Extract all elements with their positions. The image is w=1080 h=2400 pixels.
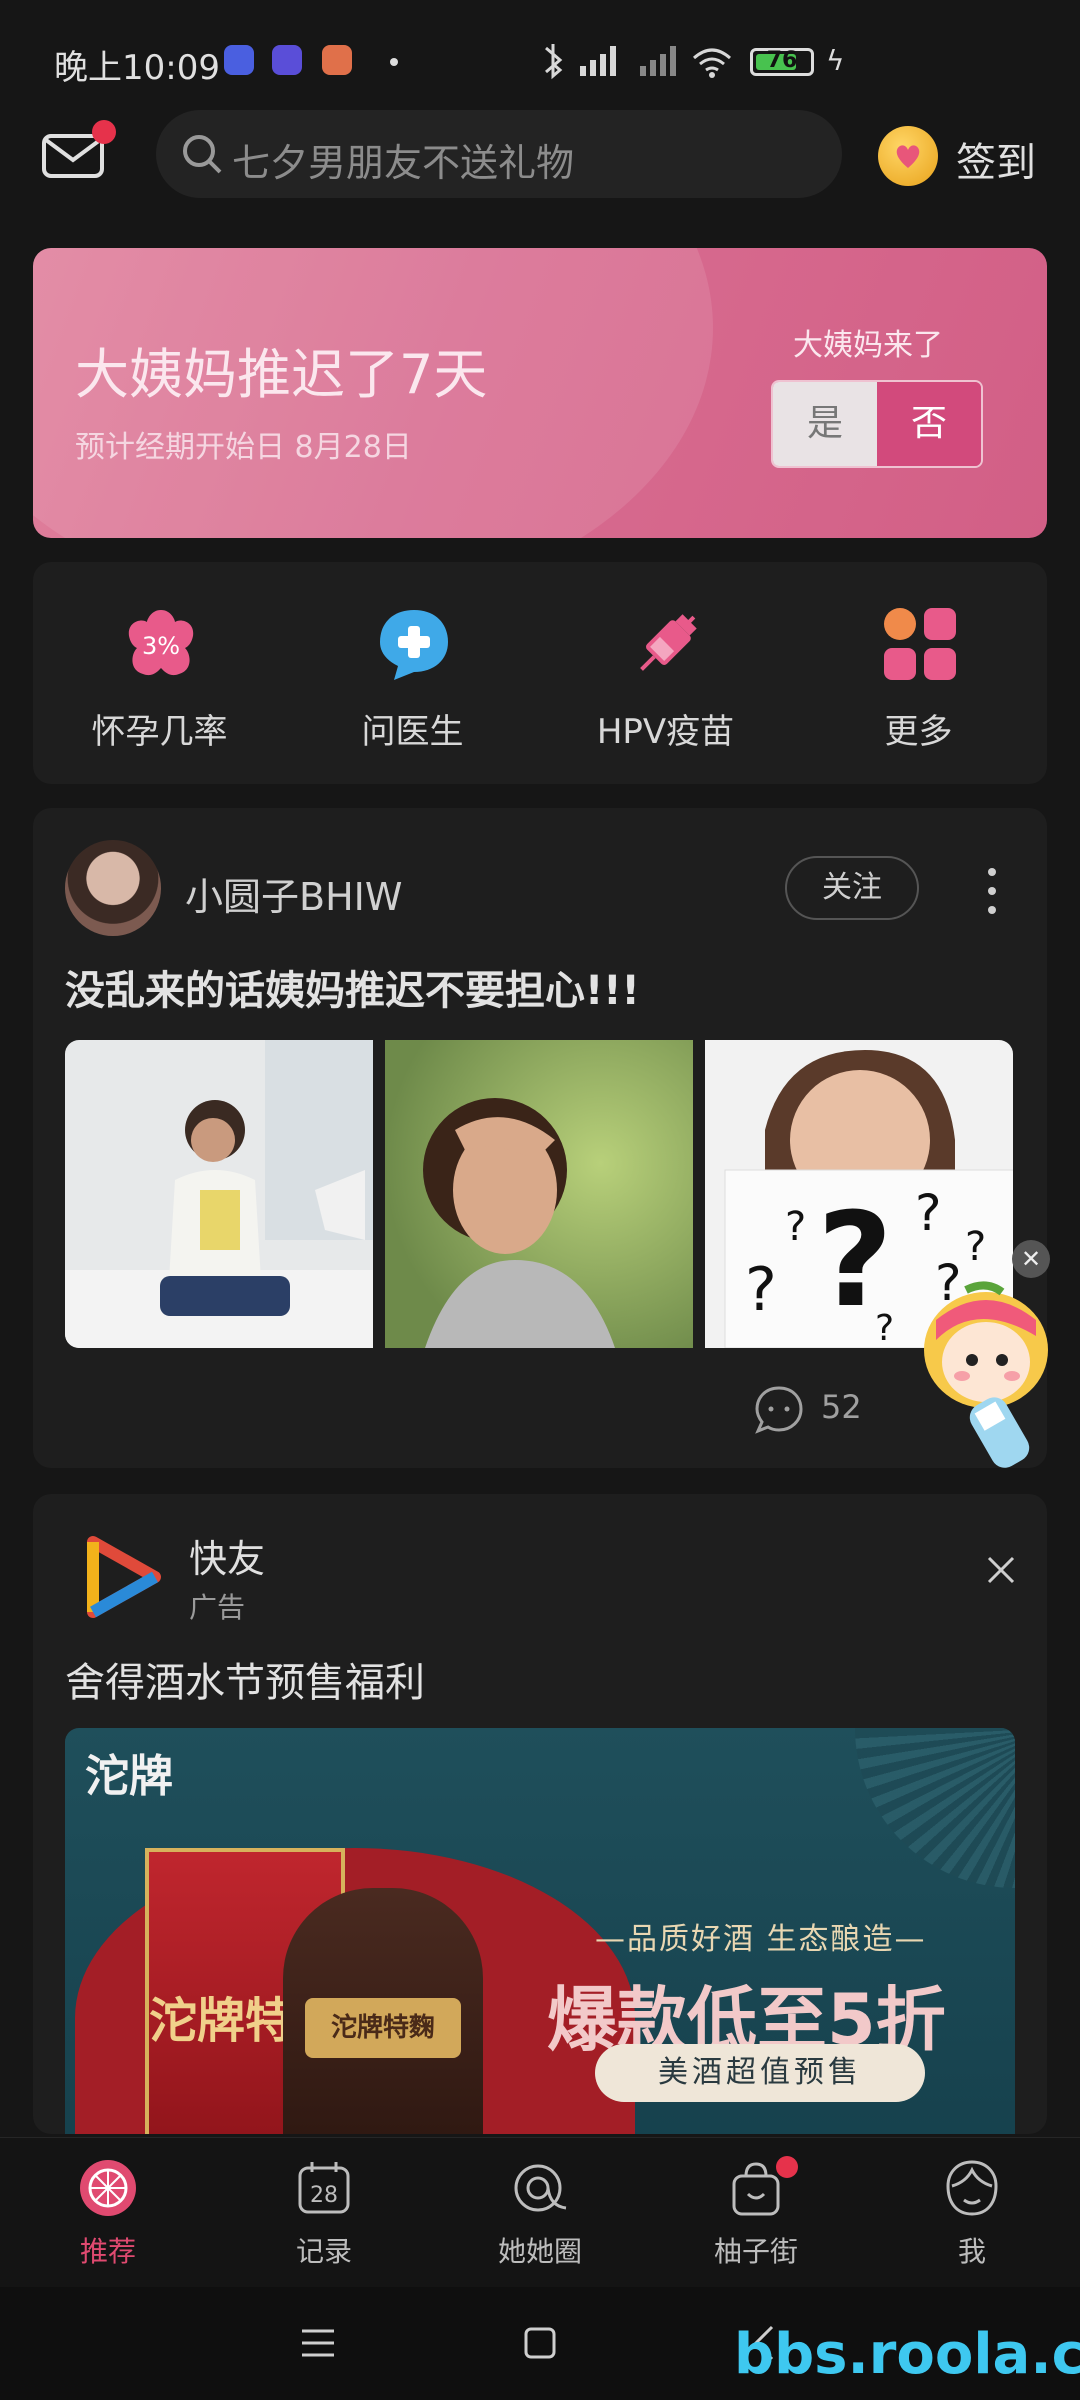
pregnancy-rate-icon: 3% xyxy=(128,610,194,676)
period-expected-date: 预计经期开始日 8月28日 xyxy=(75,430,412,465)
search-input[interactable]: 七夕男朋友不送礼物 xyxy=(156,110,842,198)
bottom-nav: 推荐 28 记录 她她圈 柚子街 我 xyxy=(0,2137,1080,2288)
floating-mascot[interactable] xyxy=(916,1280,1066,1480)
ad-label: 广告 xyxy=(189,1591,246,1624)
period-no-button[interactable]: 否 xyxy=(877,382,981,466)
notification-dot-icon xyxy=(390,58,398,66)
more-grid-icon xyxy=(884,608,956,680)
comment-icon[interactable] xyxy=(753,1384,805,1436)
ad-product-bottle: 沱牌特麴 xyxy=(283,1888,483,2134)
svg-text:?: ? xyxy=(875,1308,894,1348)
signin-heart-icon[interactable] xyxy=(878,126,938,186)
close-icon[interactable] xyxy=(981,1550,1021,1590)
feed-post[interactable]: 小圆子BHIW 关注 没乱来的话姨妈推迟不要担心!!! ? ? ? ? ? ? … xyxy=(33,808,1047,1468)
tool-label: 怀孕几率 xyxy=(91,712,228,752)
community-icon xyxy=(514,2164,567,2212)
battery-level: 76 xyxy=(766,48,798,73)
post-username[interactable]: 小圆子BHIW xyxy=(185,866,402,921)
comment-count: 52 xyxy=(821,1388,862,1426)
mail-badge xyxy=(92,120,116,144)
calendar-day: 28 xyxy=(310,2183,338,2208)
home-icon[interactable] xyxy=(518,2321,562,2365)
menu-icon[interactable] xyxy=(296,2321,340,2365)
advertiser-logo-icon xyxy=(87,1536,161,1618)
status-time: 晚上10:09 xyxy=(54,48,220,88)
nav-label: 我 xyxy=(957,2235,986,2268)
more-options-icon[interactable] xyxy=(987,866,997,916)
tool-label: HPV疫苗 xyxy=(596,712,735,752)
svg-text:?: ? xyxy=(915,1184,942,1242)
connectivity-icons xyxy=(545,44,731,80)
nav-profile[interactable]: 我 xyxy=(864,2138,1080,2288)
calendar-icon: 28 xyxy=(298,2162,350,2214)
shopping-app-icon xyxy=(322,45,352,75)
svg-text:?: ? xyxy=(785,1204,806,1250)
tool-more[interactable]: 更多 xyxy=(792,562,1045,784)
post-image-2[interactable] xyxy=(385,1040,693,1348)
nav-records[interactable]: 28 记录 xyxy=(216,2138,432,2288)
recommend-icon xyxy=(80,2160,136,2216)
post-image-1[interactable] xyxy=(65,1040,373,1348)
decorative-fan xyxy=(855,1728,1015,1888)
tool-label: 问医生 xyxy=(361,712,464,752)
svg-text:?: ? xyxy=(965,1224,986,1270)
pregnancy-rate-badge: 3% xyxy=(142,632,180,660)
ad-tagline: —品质好酒 生态酿造— xyxy=(595,1922,927,1957)
ask-doctor-icon xyxy=(380,610,448,680)
video-app-icon xyxy=(272,45,302,75)
ad-banner-image[interactable]: 沱牌 沱牌特麴 沱牌特麴 —品质好酒 生态酿造— 爆款低至5折 美酒超值预售 xyxy=(65,1728,1015,2134)
tool-hpv-vaccine[interactable]: HPV疫苗 xyxy=(539,562,792,784)
svg-text:?: ? xyxy=(745,1255,777,1325)
shop-badge xyxy=(776,2156,798,2178)
post-title[interactable]: 没乱来的话姨妈推迟不要担心!!! xyxy=(65,958,640,1016)
period-arrived-toggle: 是 否 xyxy=(771,380,983,468)
watermark: bbs.roola.cn xyxy=(734,2322,1080,2387)
battery-icon: 76 xyxy=(750,48,814,76)
ad-card[interactable]: 快友 广告 舍得酒水节预售福利 沱牌 沱牌特麴 沱牌特麴 —品质好酒 生态酿造—… xyxy=(33,1494,1047,2134)
avatar[interactable] xyxy=(65,840,161,936)
nav-label: 推荐 xyxy=(79,2235,136,2268)
app-store-icon xyxy=(224,45,254,75)
tool-pregnancy-rate[interactable]: 3% 怀孕几率 xyxy=(33,562,286,784)
profile-icon xyxy=(946,2160,998,2216)
period-card[interactable]: 大姨妈推迟了7天 预计经期开始日 8月28日 大姨妈来了 是 否 xyxy=(33,248,1047,538)
nav-label: 她她圈 xyxy=(497,2235,582,2268)
signin-button[interactable]: 签到 xyxy=(956,130,1036,188)
period-arrived-question: 大姨妈来了 xyxy=(793,328,943,363)
period-yes-button[interactable]: 是 xyxy=(773,382,877,466)
ad-bottle-label: 沱牌特麴 xyxy=(305,1998,461,2058)
quick-tools: 3% 怀孕几率 问医生 HPV疫苗 更多 xyxy=(33,562,1047,784)
mascot-close-icon[interactable]: ✕ xyxy=(1012,1240,1050,1278)
ad-brand-logo: 沱牌 xyxy=(85,1751,173,1802)
vaccine-icon xyxy=(640,614,697,671)
nav-label: 记录 xyxy=(295,2235,352,2268)
nav-label: 柚子街 xyxy=(713,2235,798,2268)
period-delay-title: 大姨妈推迟了7天 xyxy=(75,343,488,406)
search-icon xyxy=(183,135,222,174)
search-placeholder: 七夕男朋友不送礼物 xyxy=(232,141,575,185)
ad-title[interactable]: 舍得酒水节预售福利 xyxy=(65,1650,425,1708)
tool-ask-doctor[interactable]: 问医生 xyxy=(286,562,539,784)
tool-label: 更多 xyxy=(884,712,953,752)
ad-presale-pill: 美酒超值预售 xyxy=(595,2044,925,2102)
advertiser-name: 快友 xyxy=(189,1537,266,1581)
nav-community[interactable]: 她她圈 xyxy=(432,2138,648,2288)
nav-recommend[interactable]: 推荐 xyxy=(0,2138,216,2288)
nav-shop[interactable]: 柚子街 xyxy=(648,2138,864,2288)
charging-icon: ϟ xyxy=(826,44,845,77)
follow-button[interactable]: 关注 xyxy=(785,856,919,920)
